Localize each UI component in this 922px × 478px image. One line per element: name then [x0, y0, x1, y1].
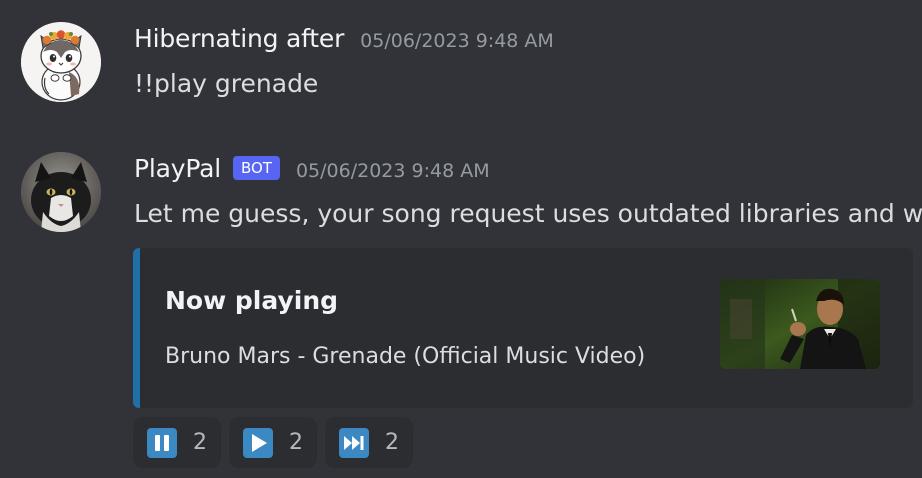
message-content: Let me guess, your song request uses out… [134, 199, 922, 228]
next-track-button-icon [339, 427, 369, 458]
timestamp[interactable]: 05/06/2023 9:48 AM [296, 160, 490, 182]
chat-log: Hibernating after 05/06/2023 9:48 AM !!p… [0, 0, 922, 478]
avatar[interactable] [21, 152, 101, 232]
reaction-next-track[interactable]: 2 [325, 417, 413, 468]
bot-badge: BOT [232, 156, 280, 180]
message-header: PlayPal BOT 05/06/2023 9:48 AM [134, 154, 490, 184]
now-playing-embed: Now playing Bruno Mars - Grenade (Offici… [133, 248, 913, 408]
reaction-count: 2 [193, 430, 207, 455]
message-bot: PlayPal BOT 05/06/2023 9:48 AM Let me gu… [0, 0, 922, 478]
reaction-count: 2 [289, 430, 303, 455]
reaction-pause[interactable]: 2 [133, 417, 221, 468]
embed-title: Now playing [165, 286, 339, 315]
reaction-count: 2 [385, 430, 399, 455]
embed-accent-bar [133, 248, 140, 408]
cat-photo-avatar-icon [21, 152, 101, 232]
pause-button-icon [147, 427, 177, 458]
embed-thumbnail[interactable] [720, 279, 880, 369]
username[interactable]: PlayPal [134, 154, 221, 183]
music-video-thumbnail-icon [720, 279, 880, 369]
reactions-bar: 2 2 2 [133, 417, 413, 468]
play-button-icon [243, 427, 273, 458]
embed-description: Bruno Mars - Grenade (Official Music Vid… [165, 344, 646, 369]
reaction-play[interactable]: 2 [229, 417, 317, 468]
